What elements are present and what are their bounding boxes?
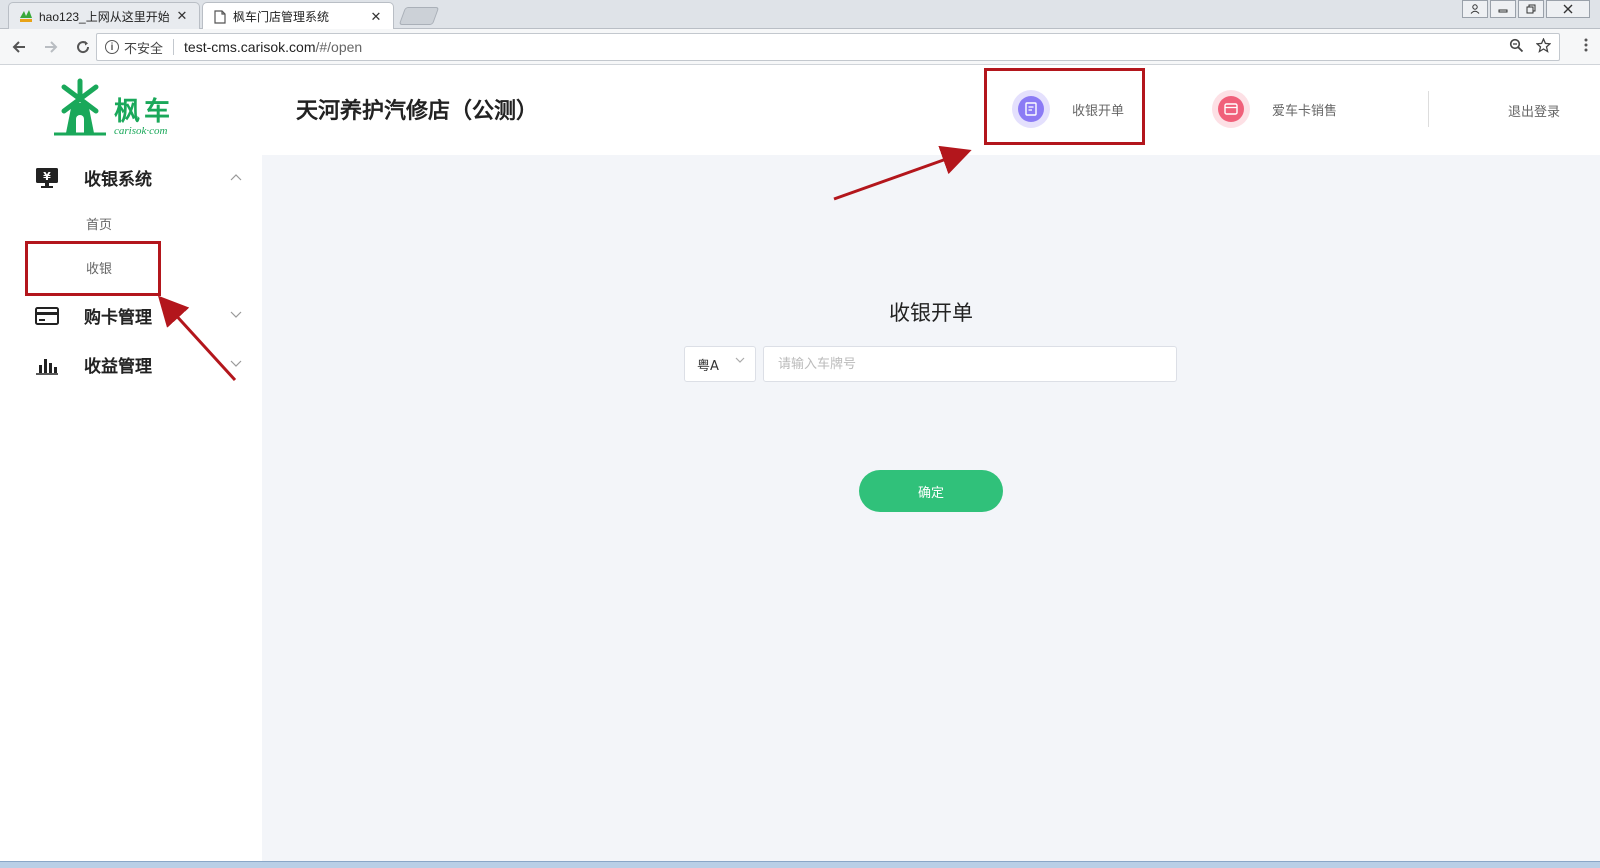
page-icon bbox=[213, 9, 227, 24]
bookmark-star-icon[interactable] bbox=[1535, 36, 1552, 57]
chevron-down-icon bbox=[230, 309, 242, 322]
logo-text: 枫车 bbox=[114, 97, 175, 127]
app-root: 枫车 carisok·com ¥ 收银系统 首页 收银 购卡管理 收益管理 天河… bbox=[0, 65, 1600, 861]
header-action-label: 爱车卡销售 bbox=[1272, 103, 1338, 119]
os-taskbar bbox=[0, 861, 1600, 868]
info-icon[interactable]: i bbox=[105, 40, 119, 54]
browser-tabstrip: hao123_上网从这里开始 ✕ 枫车门店管理系统 ✕ bbox=[0, 0, 1600, 30]
close-icon[interactable]: ✕ bbox=[175, 8, 189, 24]
chevron-down-icon bbox=[735, 356, 745, 367]
forward-arrow-icon[interactable] bbox=[38, 34, 64, 60]
url-host: test-cms.carisok.com bbox=[184, 39, 316, 55]
annotation-box-cashier bbox=[25, 241, 161, 296]
svg-text:¥: ¥ bbox=[43, 170, 51, 183]
browser-menu-icon[interactable] bbox=[1584, 37, 1588, 57]
annotation-box-open-order bbox=[984, 68, 1145, 145]
form-title: 收银开单 bbox=[889, 301, 973, 325]
browser-toolbar: i 不安全 test-cms.carisok.com /#/open bbox=[0, 29, 1600, 65]
confirm-button[interactable]: 确定 bbox=[859, 470, 1003, 512]
wallet-card-icon bbox=[1212, 90, 1250, 128]
close-icon[interactable]: ✕ bbox=[369, 9, 383, 25]
hao123-favicon-icon bbox=[19, 9, 33, 23]
bar-chart-icon bbox=[34, 354, 60, 376]
chevron-up-icon bbox=[230, 171, 242, 184]
user-icon[interactable] bbox=[1462, 0, 1488, 18]
logo[interactable]: 枫车 carisok·com bbox=[50, 77, 190, 139]
card-icon bbox=[34, 305, 60, 327]
sidebar: 枫车 carisok·com ¥ 收银系统 首页 收银 购卡管理 收益管理 bbox=[0, 65, 262, 861]
tab-title: 枫车门店管理系统 bbox=[233, 10, 330, 24]
menu-group-label: 收益管理 bbox=[84, 356, 152, 377]
tab-title: hao123_上网从这里开始 bbox=[39, 9, 169, 24]
url-path: /#/open bbox=[315, 39, 363, 55]
menu-group-revenue[interactable]: 收益管理 bbox=[0, 344, 262, 384]
header-divider bbox=[1428, 91, 1429, 127]
cashier-monitor-icon: ¥ bbox=[34, 167, 60, 189]
windmill-logo-icon bbox=[54, 78, 106, 136]
browser-tab-hao123[interactable]: hao123_上网从这里开始 ✕ bbox=[8, 2, 200, 29]
top-header: 天河养护汽修店（公测） 收银开单 爱车卡销售 退出登录 bbox=[262, 65, 1600, 155]
menu-group-card[interactable]: 购卡管理 bbox=[0, 295, 262, 335]
address-separator bbox=[173, 39, 175, 55]
restore-icon[interactable] bbox=[1518, 0, 1544, 18]
reload-icon[interactable] bbox=[70, 34, 96, 60]
menu-group-label: 收银系统 bbox=[84, 169, 152, 190]
plate-number-input[interactable] bbox=[763, 346, 1177, 382]
sidebar-item-home[interactable]: 首页 bbox=[86, 214, 112, 233]
province-select[interactable]: 粤A bbox=[684, 346, 756, 382]
minimize-icon[interactable] bbox=[1490, 0, 1516, 18]
security-label: 不安全 bbox=[124, 40, 164, 56]
address-bar[interactable]: i 不安全 test-cms.carisok.com /#/open bbox=[96, 33, 1560, 61]
province-value: 粤A bbox=[697, 358, 719, 374]
shop-title: 天河养护汽修店（公测） bbox=[296, 99, 539, 124]
zoom-icon[interactable] bbox=[1509, 38, 1524, 57]
browser-tab-fengche[interactable]: 枫车门店管理系统 ✕ bbox=[202, 2, 394, 30]
main-content: 天河养护汽修店（公测） 收银开单 爱车卡销售 退出登录 收银开单 粤A 请输入车… bbox=[262, 65, 1600, 861]
menu-group-label: 购卡管理 bbox=[84, 307, 152, 328]
logout-link[interactable]: 退出登录 bbox=[1508, 101, 1560, 120]
logo-subtitle: carisok·com bbox=[114, 125, 168, 137]
new-tab-button[interactable] bbox=[398, 7, 440, 25]
window-controls bbox=[1462, 0, 1590, 18]
back-arrow-icon[interactable] bbox=[6, 34, 32, 60]
menu-group-cashier[interactable]: ¥ 收银系统 bbox=[0, 157, 262, 197]
header-action-card-sales[interactable]: 爱车卡销售 bbox=[1212, 89, 1337, 129]
chevron-down-icon bbox=[230, 358, 242, 371]
window-close-icon[interactable] bbox=[1546, 0, 1590, 18]
